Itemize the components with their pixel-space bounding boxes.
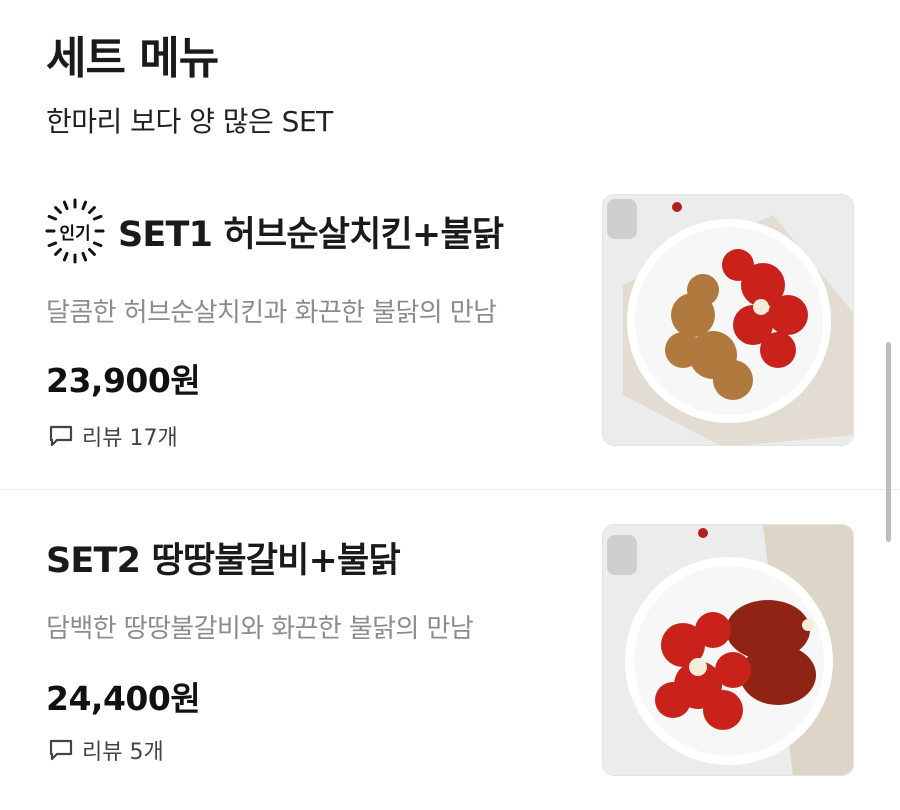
menu-item-set2[interactable]: SET2 땅땅불갈비+불닭 담백한 땅땅불갈비와 화끈한 불닭의 만남 24,4… <box>0 492 900 810</box>
badge-label: 인기 <box>59 223 91 244</box>
review-count[interactable]: 리뷰 17개 <box>48 420 178 452</box>
review-count[interactable]: 리뷰 5개 <box>48 734 164 766</box>
menu-item-set1[interactable]: 인기 SET1 허브순살치킨+불닭 달콤한 허브순살치킨과 화끈한 불닭의 만남… <box>0 172 900 490</box>
item-price: 23,900원 <box>46 361 201 400</box>
popular-badge: 인기 <box>38 194 112 268</box>
food-photo-icon[interactable] <box>602 524 854 776</box>
item-description: 담백한 땅땅불갈비와 화끈한 불닭의 만남 <box>46 614 474 644</box>
speech-bubble-icon <box>49 425 73 447</box>
food-photo-icon[interactable] <box>602 194 854 446</box>
review-label: 리뷰 5개 <box>82 740 164 765</box>
speech-bubble-icon <box>49 739 73 761</box>
item-name: SET2 땅땅불갈비+불닭 <box>46 541 401 581</box>
review-label: 리뷰 17개 <box>82 426 178 451</box>
scrollbar[interactable] <box>886 342 891 542</box>
item-description: 달콤한 허브순살치킨과 화끈한 불닭의 만남 <box>46 298 497 328</box>
section-title: 세트 메뉴 <box>46 33 219 84</box>
section-subtitle: 한마리 보다 양 많은 SET <box>46 105 333 138</box>
item-name-row: 인기 SET1 허브순살치킨+불닭 <box>45 194 504 268</box>
item-name-row: SET2 땅땅불갈비+불닭 <box>46 532 401 583</box>
item-name: SET1 허브순살치킨+불닭 <box>118 214 504 255</box>
item-price: 24,400원 <box>46 679 201 718</box>
